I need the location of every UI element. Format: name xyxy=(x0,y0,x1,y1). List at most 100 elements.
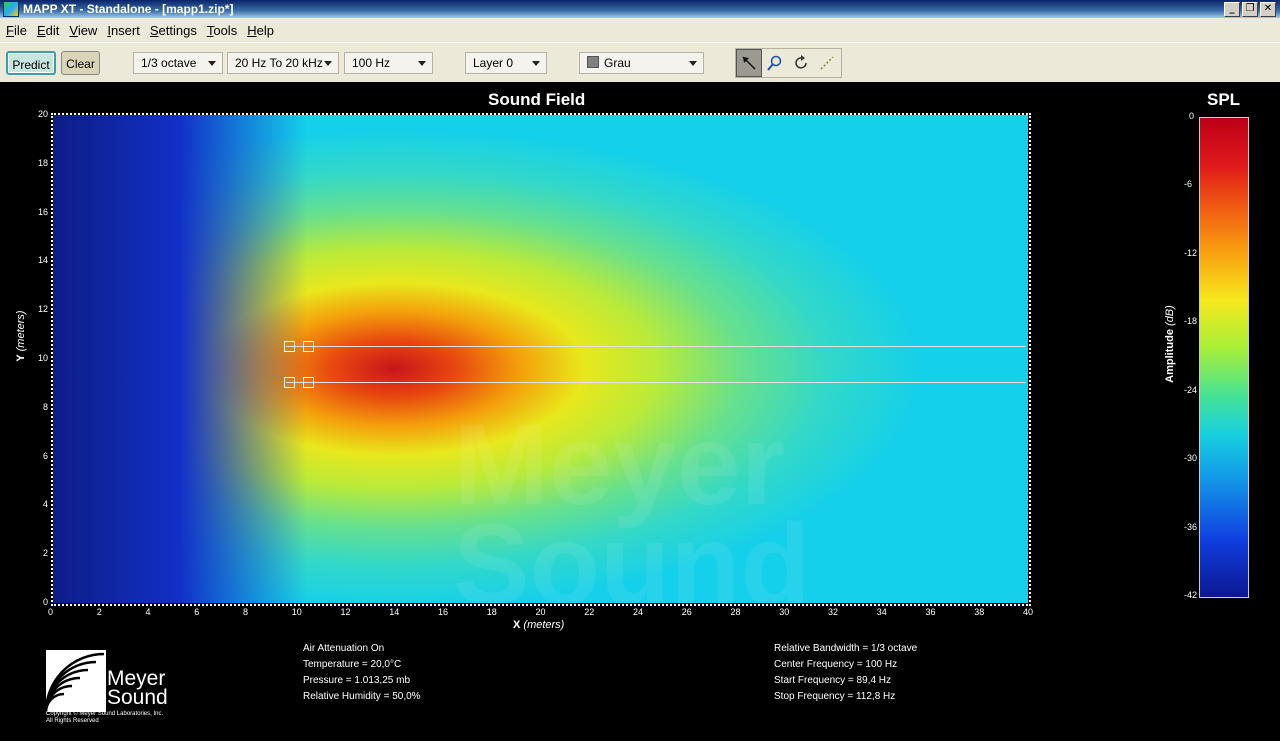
menu-tools[interactable]: Tools xyxy=(201,23,241,38)
x-tick-label: 6 xyxy=(194,607,200,617)
rotate-tool-button[interactable] xyxy=(788,49,814,77)
menu-insert[interactable]: Insert xyxy=(101,23,144,38)
spl-color-scale xyxy=(1199,117,1249,598)
x-tick-label: 26 xyxy=(681,607,692,617)
spl-axis-label: Amplitude (dB) xyxy=(1164,305,1176,383)
environment-info: Air Attenuation On Temperature = 20,0°C … xyxy=(303,641,421,705)
x-tick-label: 20 xyxy=(535,607,546,617)
color-swatch xyxy=(587,56,599,68)
info-line: Air Attenuation On xyxy=(303,643,385,654)
spl-tick-label: -12 xyxy=(1184,247,1198,258)
speaker-marker[interactable] xyxy=(284,377,295,388)
x-tick-label: 22 xyxy=(584,607,595,617)
x-tick-label: 16 xyxy=(438,607,449,617)
layer-value: Layer 0 xyxy=(473,56,514,70)
chevron-down-icon xyxy=(208,61,216,66)
x-tick-label: 12 xyxy=(340,607,351,617)
y-tick-label: 14 xyxy=(38,255,49,266)
range-select[interactable]: 20 Hz To 20 kHz xyxy=(227,52,339,74)
pointer-icon xyxy=(742,56,756,70)
color-select[interactable]: Grau xyxy=(579,52,704,74)
speaker-marker[interactable] xyxy=(303,377,314,388)
x-tick-label: 2 xyxy=(96,607,102,617)
restore-button[interactable]: ❐ xyxy=(1242,2,1258,17)
info-line: Center Frequency = 100 Hz xyxy=(774,659,898,670)
menu-bar: File Edit View Insert Settings Tools Hel… xyxy=(0,18,1280,42)
y-tick-label: 16 xyxy=(38,206,49,217)
spl-tick-label: -30 xyxy=(1184,453,1198,464)
info-line: Pressure = 1.013,25 mb xyxy=(303,675,411,686)
menu-edit[interactable]: Edit xyxy=(31,23,63,38)
pointer-tool-button[interactable] xyxy=(736,49,762,77)
menu-help[interactable]: Help xyxy=(241,23,278,38)
x-tick-label: 36 xyxy=(925,607,936,617)
bandwidth-value: 1/3 octave xyxy=(141,56,197,70)
frequency-info: Relative Bandwidth = 1/3 octave Center F… xyxy=(774,641,917,705)
x-tick-label: 34 xyxy=(876,607,887,617)
predict-button[interactable]: Predict xyxy=(6,51,56,75)
window-title: MAPP XT - Standalone - [mapp1.zip*] xyxy=(23,2,234,16)
info-line: Relative Bandwidth = 1/3 octave xyxy=(774,643,918,654)
sound-field-title: Sound Field xyxy=(488,90,586,109)
array-line-bottom xyxy=(286,382,1026,383)
logo-mark-icon xyxy=(46,650,106,712)
y-tick-label: 8 xyxy=(43,401,49,412)
y-tick-label: 2 xyxy=(43,548,49,559)
menu-view[interactable]: View xyxy=(63,23,101,38)
y-tick-label: 0 xyxy=(43,597,49,607)
frequency-value: 100 Hz xyxy=(352,56,391,70)
spl-tick-label: -24 xyxy=(1184,384,1198,395)
y-axis-label: Y (meters) xyxy=(15,310,27,362)
spl-tick-label: 0 xyxy=(1189,111,1195,121)
array-line-top xyxy=(286,346,1026,347)
zoom-tool-button[interactable] xyxy=(762,49,788,77)
speaker-marker[interactable] xyxy=(284,341,295,352)
info-line: Start Frequency = 89,4 Hz xyxy=(774,675,892,686)
menu-settings[interactable]: Settings xyxy=(144,23,201,38)
measure-icon xyxy=(820,56,834,70)
measure-tool-button[interactable] xyxy=(814,49,840,77)
x-tick-label: 30 xyxy=(779,607,790,617)
info-line: Stop Frequency = 112,8 Hz xyxy=(774,691,896,702)
x-tick-label: 10 xyxy=(291,607,302,617)
layer-select[interactable]: Layer 0 xyxy=(465,52,547,74)
logo-rights: All Rights Reserved xyxy=(46,718,99,724)
color-value: Grau xyxy=(604,56,631,70)
menu-file[interactable]: File xyxy=(0,23,31,38)
spl-tick-label: -36 xyxy=(1184,521,1198,532)
x-axis-label: X (meters) xyxy=(513,619,565,631)
chevron-down-icon xyxy=(324,61,332,66)
plot-border xyxy=(51,113,1031,606)
spl-tick-label: -42 xyxy=(1184,590,1198,600)
minimize-button[interactable]: _ xyxy=(1224,2,1240,17)
speaker-marker[interactable] xyxy=(303,341,314,352)
app-icon xyxy=(3,1,19,17)
y-tick-label: 4 xyxy=(43,499,49,510)
chevron-down-icon xyxy=(532,61,540,66)
x-tick-label: 32 xyxy=(828,607,839,617)
spl-tick-label: -18 xyxy=(1184,316,1198,327)
info-line: Relative Humidity = 50,0% xyxy=(303,691,421,702)
bandwidth-select[interactable]: 1/3 octave xyxy=(133,52,223,74)
view-tools xyxy=(735,48,842,78)
y-tick-label: 10 xyxy=(38,353,49,363)
x-tick-label: 38 xyxy=(974,607,985,617)
clear-button[interactable]: Clear xyxy=(61,51,100,75)
chevron-down-icon xyxy=(418,61,426,66)
x-tick-label: 8 xyxy=(243,607,249,617)
logo-text-sound: Sound xyxy=(107,686,168,709)
x-tick-label: 4 xyxy=(145,607,151,617)
close-button[interactable]: ✕ xyxy=(1260,2,1276,17)
frequency-select[interactable]: 100 Hz xyxy=(344,52,433,74)
y-tick-label: 12 xyxy=(38,304,49,315)
x-tick-label: 40 xyxy=(1023,607,1034,617)
x-tick-label: 28 xyxy=(730,607,741,617)
x-tick-label: 24 xyxy=(633,607,644,617)
x-tick-label: 18 xyxy=(486,607,497,617)
y-tick-label: 18 xyxy=(38,157,49,168)
y-tick-label: 20 xyxy=(38,109,49,119)
x-tick-label: 0 xyxy=(48,607,54,617)
zoom-icon xyxy=(767,55,782,71)
title-bar: MAPP XT - Standalone - [mapp1.zip*] _ ❐ … xyxy=(0,0,1280,18)
info-line: Temperature = 20,0°C xyxy=(303,659,402,670)
